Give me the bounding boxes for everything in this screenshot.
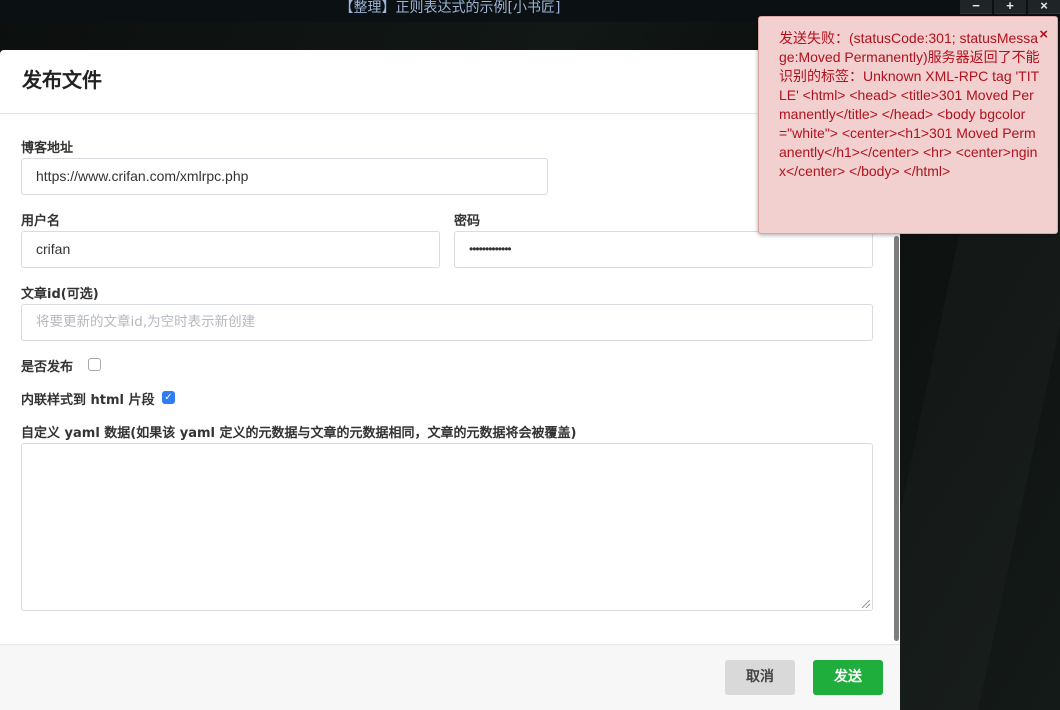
password-label: 密码 <box>454 214 481 229</box>
inline-style-label: 内联样式到 html 片段 <box>21 393 155 408</box>
dialog-scrollbar[interactable] <box>893 236 900 641</box>
password-input[interactable]: ••••••••••••• <box>454 231 873 268</box>
dialog-title: 发布文件 <box>22 68 102 92</box>
maximize-button[interactable]: + <box>994 0 1026 14</box>
yaml-label: 自定义 yaml 数据(如果该 yaml 定义的元数据与文章的元数据相同，文章的… <box>21 426 577 441</box>
dialog-footer: 取消 发送 <box>0 644 900 710</box>
article-id-label: 文章id(可选) <box>21 287 99 302</box>
article-id-input[interactable]: 将要更新的文章id,为空时表示新创建 <box>21 304 873 341</box>
publish-checkbox[interactable] <box>88 358 101 371</box>
blog-url-input[interactable]: https://www.crifan.com/xmlrpc.php <box>21 158 548 195</box>
blog-url-label: 博客地址 <box>21 141 74 156</box>
yaml-textarea[interactable] <box>21 443 873 611</box>
close-icon[interactable]: × <box>1039 27 1048 42</box>
minimize-button[interactable]: − <box>960 0 992 14</box>
window-controls: − + × <box>958 0 1060 14</box>
close-window-button[interactable]: × <box>1028 0 1060 14</box>
error-message: 发送失败：(statusCode:301; statusMessage:Move… <box>779 30 1040 179</box>
error-toast: 发送失败：(statusCode:301; statusMessage:Move… <box>758 16 1058 234</box>
resize-grip-icon[interactable] <box>862 600 870 608</box>
publish-label: 是否发布 <box>21 360 74 375</box>
username-input[interactable]: crifan <box>21 231 440 268</box>
send-button[interactable]: 发送 <box>813 660 883 695</box>
username-label: 用户名 <box>21 214 61 229</box>
cancel-button[interactable]: 取消 <box>725 660 795 695</box>
scrollbar-thumb[interactable] <box>894 236 899 641</box>
inline-style-checkbox[interactable]: ✓ <box>162 391 175 404</box>
